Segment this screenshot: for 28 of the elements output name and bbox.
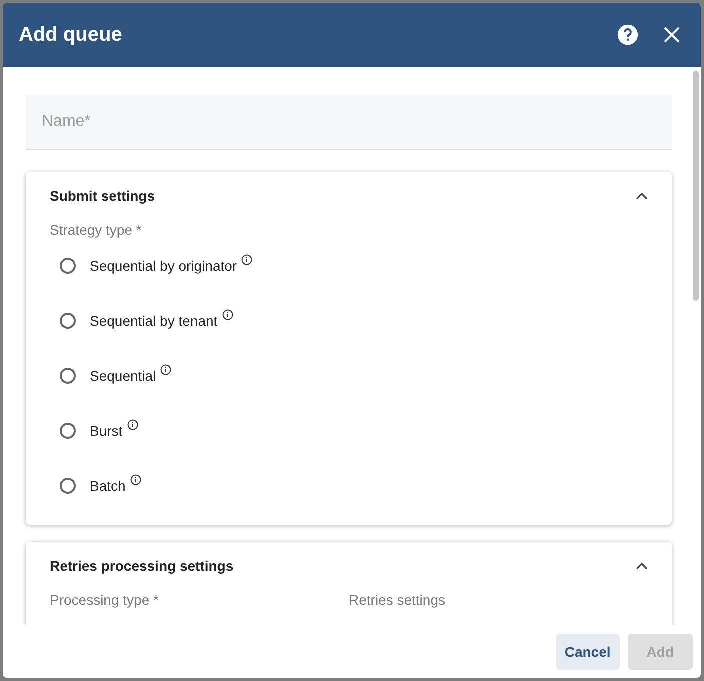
chevron-up-icon[interactable]: [636, 192, 648, 200]
cancel-button[interactable]: Cancel: [556, 634, 620, 670]
info-icon[interactable]: [160, 364, 172, 376]
radio-button[interactable]: [60, 422, 76, 438]
option-label: Batch: [90, 478, 126, 494]
field-label: Retries settings: [349, 592, 446, 608]
info-icon[interactable]: [241, 254, 254, 266]
name-field[interactable]: Name*: [26, 95, 672, 150]
radio-button[interactable]: [60, 312, 76, 328]
close-button[interactable]: [663, 26, 681, 44]
field-label: Strategy type *: [50, 222, 143, 238]
section-title: Submit settings: [50, 188, 156, 204]
radio-button[interactable]: [60, 258, 76, 274]
option-label: Sequential by tenant: [90, 312, 218, 328]
radio-button[interactable]: [60, 368, 76, 384]
field-label: Processing type *: [50, 592, 160, 608]
dialog-title: Add queue: [19, 24, 124, 46]
section-title: Retries processing settings: [50, 558, 234, 574]
info-icon[interactable]: [222, 308, 234, 320]
help-button[interactable]: [617, 24, 639, 46]
radio-button[interactable]: [60, 478, 76, 494]
chevron-up-icon[interactable]: [636, 562, 648, 570]
info-icon[interactable]: [130, 474, 142, 486]
scrollbar[interactable]: [693, 71, 699, 301]
info-icon[interactable]: [126, 418, 139, 430]
option-label: Burst: [90, 422, 123, 438]
option-label: Sequential by originator: [90, 258, 238, 274]
option-label: Sequential: [90, 368, 156, 384]
